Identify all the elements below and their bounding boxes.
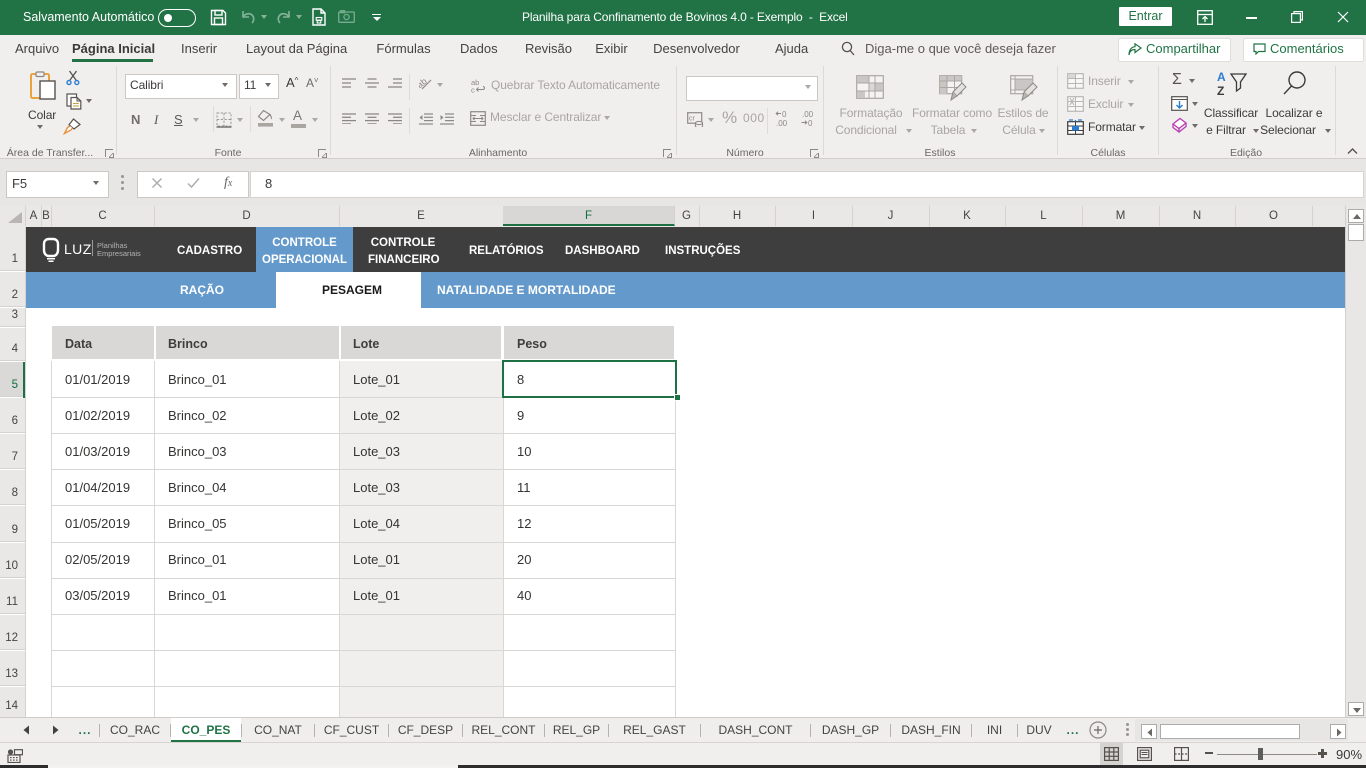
svg-text:cr: cr [689,116,696,123]
svg-text:c: c [471,86,475,94]
svg-text:.00: .00 [776,119,788,128]
svg-text:0: 0 [782,110,787,119]
